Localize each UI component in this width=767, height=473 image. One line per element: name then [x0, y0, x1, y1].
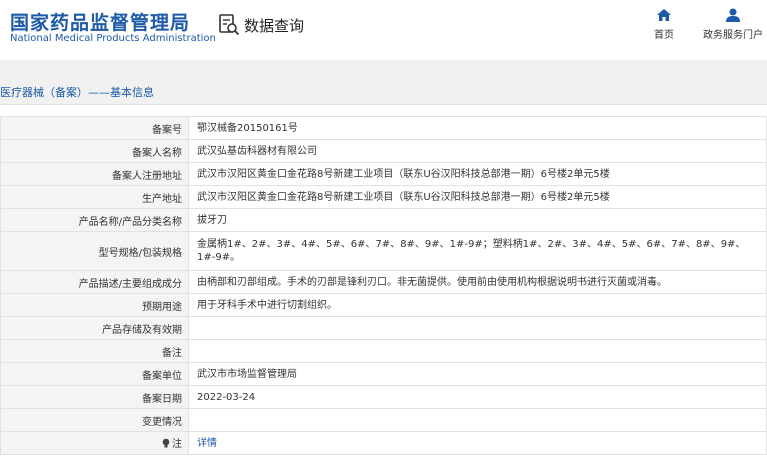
table-row: 备案单位 武汉市市场监督管理局	[0, 362, 767, 386]
nav-home-label: 首页	[654, 30, 674, 41]
row-label: 变更情况	[0, 408, 189, 432]
row-label: 备案号	[0, 116, 189, 140]
row-value: 由柄部和刃部组成。手术的刃部是锋利刃口。非无菌提供。使用前由使用机构根据说明书进…	[188, 270, 767, 294]
row-value	[188, 316, 767, 340]
table-row: 备案人注册地址 武汉市汉阳区黄金口金花路8号新建工业项目（联东U谷汉阳科技总部港…	[0, 162, 767, 186]
user-icon	[726, 8, 740, 22]
row-value: 武汉市汉阳区黄金口金花路8号新建工业项目（联东U谷汉阳科技总部港一期）6号楼2单…	[188, 162, 767, 186]
row-label: 产品存储及有效期	[0, 316, 189, 340]
row-value: 武汉市市场监督管理局	[188, 362, 767, 386]
details-link[interactable]: 详情	[197, 438, 217, 449]
header-divider	[0, 60, 767, 78]
data-query-link[interactable]: 数据查询	[218, 12, 304, 38]
row-value: 用于牙科手术中进行切割组织。	[188, 293, 767, 317]
table-row: 备注	[0, 339, 767, 363]
row-label: 备案人名称	[0, 139, 189, 163]
row-label: 产品名称/产品分类名称	[0, 208, 189, 232]
row-label: 预期用途	[0, 293, 189, 317]
row-label: 产品描述/主要组成成分	[0, 270, 189, 294]
logo-english[interactable]: National Medical Products Administration	[10, 33, 216, 44]
row-label: 备案人注册地址	[0, 162, 189, 186]
row-value: 2022-03-24	[188, 385, 767, 409]
bulb-icon	[162, 438, 170, 448]
logo-chinese[interactable]: 国家药品监督管理局	[10, 8, 190, 35]
table-row: 生产地址 武汉市汉阳区黄金口金花路8号新建工业项目（联东U谷汉阳科技总部港一期）…	[0, 185, 767, 209]
table-row: 变更情况	[0, 408, 767, 432]
table-row: 备案人名称 武汉弘基齿科器材有限公司	[0, 139, 767, 163]
row-value: 拔牙刀	[188, 208, 767, 232]
detail-table: 备案号 鄂汉械备20150161号 备案人名称 武汉弘基齿科器材有限公司 备案人…	[0, 116, 767, 455]
data-query-label: 数据查询	[244, 16, 305, 35]
table-row: 产品存储及有效期	[0, 316, 767, 340]
nav-service-portal[interactable]: 政务服务门户	[700, 8, 766, 41]
table-row: 备案号 鄂汉械备20150161号	[0, 116, 767, 140]
table-row: 型号规格/包装规格 金属柄1#、2#、3#、4#、5#、6#、7#、8#、9#、…	[0, 231, 767, 271]
row-label: 注	[172, 439, 182, 451]
table-row: 产品描述/主要组成成分 由柄部和刃部组成。手术的刃部是锋利刃口。非无菌提供。使用…	[0, 270, 767, 294]
row-value: 详情	[188, 431, 767, 455]
document-search-icon	[219, 14, 240, 36]
section-title: 医疗器械（备案）——基本信息	[0, 86, 154, 99]
table-row: 预期用途 用于牙科手术中进行切割组织。	[0, 293, 767, 317]
row-value: 金属柄1#、2#、3#、4#、5#、6#、7#、8#、9#、1#-9#；塑料柄1…	[188, 231, 767, 271]
table-row: 产品名称/产品分类名称 拔牙刀	[0, 208, 767, 232]
site-header: 国家药品监督管理局 National Medical Products Admi…	[0, 0, 767, 60]
table-row: 注 详情	[0, 431, 767, 455]
home-icon	[657, 9, 671, 21]
row-label: 备案单位	[0, 362, 189, 386]
row-value	[188, 339, 767, 363]
row-value: 武汉弘基齿科器材有限公司	[188, 139, 767, 163]
row-value: 鄂汉械备20150161号	[188, 116, 767, 140]
row-label: 备案日期	[0, 385, 189, 409]
row-value	[188, 408, 767, 432]
row-value: 武汉市汉阳区黄金口金花路8号新建工业项目（联东U谷汉阳科技总部港一期）6号楼2单…	[188, 185, 767, 209]
note-label-cell: 注	[0, 431, 189, 455]
row-label: 备注	[0, 339, 189, 363]
nav-home[interactable]: 首页	[650, 8, 678, 41]
nav-service-portal-label: 政务服务门户	[703, 30, 763, 41]
row-label: 型号规格/包装规格	[0, 231, 189, 271]
row-label: 生产地址	[0, 185, 189, 209]
table-row: 备案日期 2022-03-24	[0, 385, 767, 409]
section-header: 医疗器械（备案）——基本信息	[0, 78, 767, 105]
